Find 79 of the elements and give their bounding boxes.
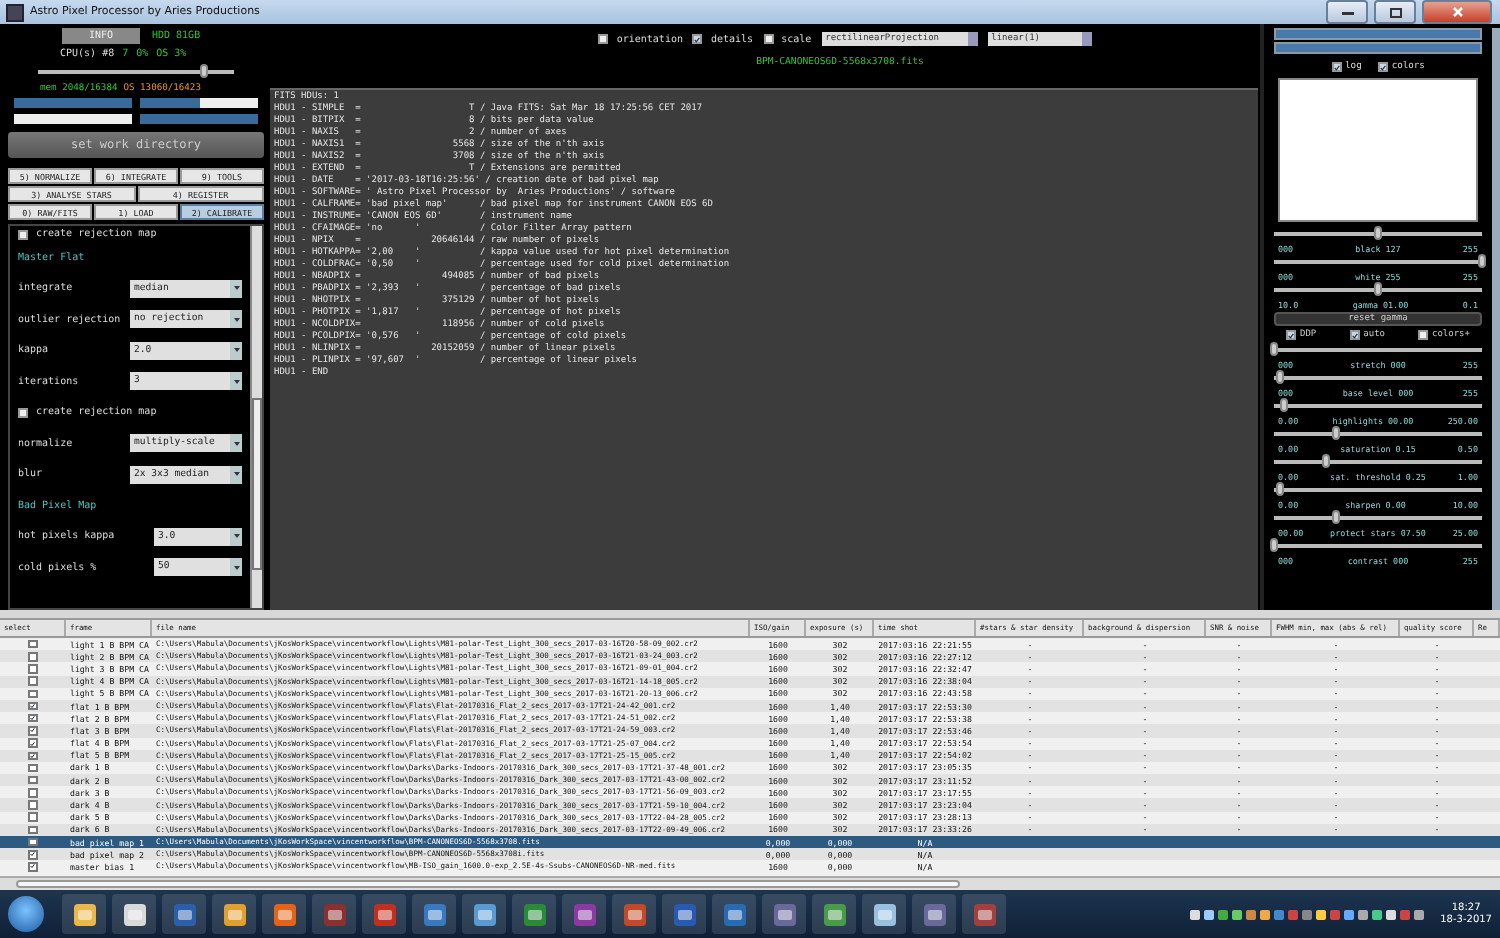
taskbar-app-icon[interactable] [862,894,906,934]
checkbox[interactable] [28,825,37,835]
taskbar-app-icon[interactable] [512,894,556,934]
checkbox[interactable] [28,689,37,699]
checkbox[interactable] [28,837,37,847]
checkbox[interactable] [28,726,37,736]
caret-icon [233,317,239,322]
maximize-icon [1389,7,1401,17]
slider-thumb[interactable] [1270,538,1278,552]
taskbar-app-icon[interactable] [962,894,1006,934]
maximize-button[interactable] [1374,0,1416,24]
checkbox[interactable] [18,407,28,418]
taskbar-app-icon[interactable] [462,894,506,934]
caret-icon [233,472,239,477]
caret-icon [233,441,239,446]
slider-thumb[interactable] [1270,342,1278,356]
checkbox[interactable] [1286,330,1296,340]
checkbox[interactable] [28,812,37,822]
slider-thumb[interactable] [1276,370,1285,384]
checkbox[interactable] [28,788,37,798]
checkbox[interactable] [18,229,28,239]
slider-thumb[interactable] [1276,482,1285,496]
caret-icon [233,286,239,291]
close-icon [1451,6,1463,18]
taskbar-app-icon[interactable] [62,894,106,934]
caret-icon [233,348,239,353]
slider-thumb[interactable] [1332,510,1341,524]
taskbar-app-icon[interactable] [312,894,356,934]
caret-icon [233,379,239,384]
checkbox[interactable] [28,862,37,872]
taskbar-app-icon[interactable] [812,894,856,934]
checkbox[interactable] [28,738,37,748]
checkbox[interactable] [28,751,37,761]
checkbox[interactable] [28,800,37,810]
close-button[interactable] [1422,0,1492,24]
checkbox[interactable] [28,850,37,860]
scrollbar[interactable] [1492,28,1500,610]
taskbar-app-icon[interactable] [162,894,206,934]
checkbox[interactable] [763,34,774,44]
checkbox[interactable] [598,34,609,44]
checkbox[interactable] [28,713,37,723]
cpu-slider-thumb[interactable] [200,64,209,78]
caret-icon [233,565,239,570]
checkbox[interactable] [1418,330,1429,340]
taskbar-app-icon[interactable] [712,894,756,934]
checkbox[interactable] [28,775,37,785]
minimize-icon [1341,9,1353,15]
taskbar-app-icon[interactable] [412,894,456,934]
slider-thumb[interactable] [1322,454,1330,468]
checkbox[interactable] [28,652,37,662]
slider-thumb[interactable] [1478,254,1486,268]
taskbar-app-icon[interactable] [762,894,806,934]
start-button[interactable] [8,896,44,932]
horizontal-scrollbar[interactable] [0,876,1500,890]
slider-thumb[interactable] [1374,282,1382,296]
checkbox[interactable] [1377,62,1388,72]
slider-thumb[interactable] [1374,226,1382,240]
taskbar-app-icon[interactable] [562,894,606,934]
taskbar-app-icon[interactable] [212,894,256,934]
minimize-button[interactable] [1326,0,1368,24]
scrollbar[interactable] [250,226,262,608]
checkbox[interactable] [28,701,37,711]
checkbox[interactable] [1331,62,1342,72]
taskbar-app-icon[interactable] [362,894,406,934]
slider-thumb[interactable] [1280,398,1289,412]
checkbox[interactable] [692,34,703,44]
checkbox[interactable] [28,763,37,773]
checkbox[interactable] [28,664,37,674]
taskbar-app-icon[interactable] [112,894,156,934]
checkbox[interactable] [28,639,37,649]
taskbar-app-icon[interactable] [612,894,656,934]
checkbox[interactable] [28,676,37,686]
taskbar-app-icon[interactable] [662,894,706,934]
checkbox[interactable] [1349,330,1360,340]
caret-icon [233,534,239,539]
app-icon [6,3,24,21]
taskbar-app-icon[interactable] [912,894,956,934]
slider-thumb[interactable] [1332,426,1341,440]
taskbar-app-icon[interactable] [262,894,306,934]
